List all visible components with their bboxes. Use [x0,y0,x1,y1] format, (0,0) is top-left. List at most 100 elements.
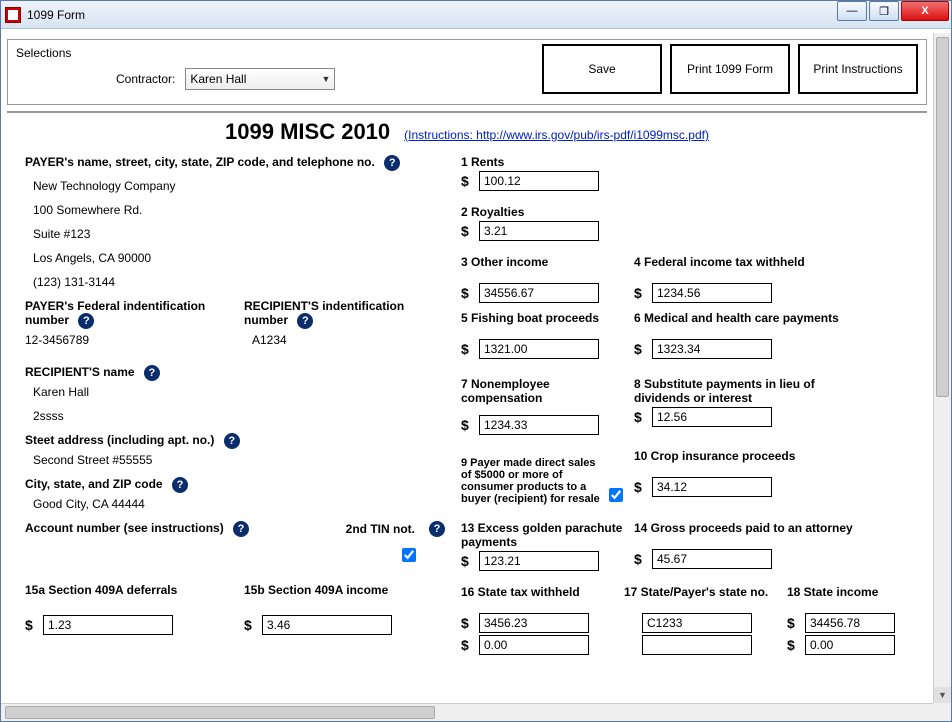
box15a-input[interactable] [43,615,173,635]
box16-input-1[interactable] [479,613,589,633]
box17-label: 17 State/Payer's state no. [624,585,779,611]
box9-label: 9 Payer made direct sales of $5000 or mo… [461,457,601,505]
box2-input[interactable] [479,221,599,241]
dollar-icon: $ [461,553,473,569]
box9-checkbox[interactable] [609,488,623,502]
account-label: Account number (see instructions) [25,521,224,535]
box3-label: 3 Other income [461,255,626,281]
scroll-corner [933,703,951,721]
box3-input[interactable] [479,283,599,303]
content-area: Selections Contractor: Karen Hall ▼ Save… [1,33,933,703]
contractor-dropdown[interactable]: Karen Hall ▼ [185,68,335,90]
box13-input[interactable] [479,551,599,571]
contractor-value: Karen Hall [190,72,246,86]
second-tin-checkbox[interactable] [402,548,416,562]
chevron-down-icon: ▼ [321,74,330,84]
dollar-icon: $ [787,637,799,653]
payer-fed-label: PAYER's Federal indentification number [25,299,205,327]
dollar-icon: $ [461,223,473,239]
dollar-icon: $ [25,617,37,633]
help-icon[interactable]: ? [172,477,188,493]
minimize-button[interactable]: — [837,1,867,21]
vertical-scrollbar[interactable]: ▼ [933,33,951,703]
print-instructions-button[interactable]: Print Instructions [798,44,918,94]
box4-input[interactable] [652,283,772,303]
dollar-icon: $ [461,341,473,357]
help-icon[interactable]: ? [224,433,240,449]
box16-input-2[interactable] [479,635,589,655]
dollar-icon: $ [634,285,646,301]
dollar-icon: $ [634,479,646,495]
box14-label: 14 Gross proceeds paid to an attorney [634,521,854,547]
box18-input-1[interactable] [805,613,895,633]
box18-label: 18 State income [787,585,922,611]
box15b-label: 15b Section 409A income [244,583,445,597]
recipient-name-label: RECIPIENT'S name [25,365,135,379]
scrollbar-thumb[interactable] [936,37,949,397]
app-icon [5,7,21,23]
dollar-icon: $ [461,637,473,653]
box6-input[interactable] [652,339,772,359]
box14-input[interactable] [652,549,772,569]
form-title: 1099 MISC 2010 [225,119,390,145]
dollar-icon: $ [461,173,473,189]
payer-citystate: Los Angels, CA 90000 [33,251,445,265]
dollar-icon: $ [461,615,473,631]
box5-label: 5 Fishing boat proceeds [461,311,626,337]
second-tin-label: 2nd TIN not. [346,522,415,536]
help-icon[interactable]: ? [384,155,400,171]
payer-phone: (123) 131-3144 [33,275,445,289]
print-1099-button[interactable]: Print 1099 Form [670,44,790,94]
scroll-down-icon[interactable]: ▼ [934,687,951,703]
dollar-icon: $ [244,617,256,633]
box4-label: 4 Federal income tax withheld [634,255,834,281]
titlebar: 1099 Form — ❐ X [1,1,951,29]
contractor-label: Contractor: [116,72,175,86]
box17-input-2[interactable] [642,635,752,655]
box2-label: 2 Royalties [461,205,923,219]
help-icon[interactable]: ? [297,313,313,329]
box7-label: 7 Nonemployee compensation [461,377,626,405]
box7-input[interactable] [479,415,599,435]
recipient-id-value: A1234 [252,333,445,347]
dollar-icon: $ [461,417,473,433]
box8-input[interactable] [652,407,772,427]
box10-label: 10 Crop insurance proceeds [634,449,854,475]
payer-fed-value: 12-3456789 [25,333,226,347]
payer-street: 100 Somewhere Rd. [33,203,445,217]
street-label: Steet address (including apt. no.) [25,433,214,447]
selections-label: Selections [16,46,496,60]
horizontal-scrollbar[interactable] [1,703,933,721]
box17-input-1[interactable] [642,613,752,633]
box16-label: 16 State tax withheld [461,585,616,611]
help-icon[interactable]: ? [233,521,249,537]
city-value: Good City, CA 44444 [33,497,445,511]
window-title: 1099 Form [27,8,85,22]
box10-input[interactable] [652,477,772,497]
city-label: City, state, and ZIP code [25,477,163,491]
dollar-icon: $ [634,551,646,567]
help-icon[interactable]: ? [144,365,160,381]
recipient-name: Karen Hall [33,385,445,399]
payer-label: PAYER's name, street, city, state, ZIP c… [25,155,375,169]
box6-label: 6 Medical and health care payments [634,311,894,337]
box15b-input[interactable] [262,615,392,635]
dollar-icon: $ [787,615,799,631]
help-icon[interactable]: ? [78,313,94,329]
recipient-extra: 2ssss [33,409,445,423]
dollar-icon: $ [634,341,646,357]
close-button[interactable]: X [901,1,949,21]
selections-panel: Selections Contractor: Karen Hall ▼ Save… [7,39,927,105]
maximize-button[interactable]: ❐ [869,1,899,21]
payer-suite: Suite #123 [33,227,445,241]
box18-input-2[interactable] [805,635,895,655]
scrollbar-thumb[interactable] [5,706,435,719]
payer-name: New Technology Company [33,179,445,193]
box1-input[interactable] [479,171,599,191]
instructions-link[interactable]: (Instructions: http://www.irs.gov/pub/ir… [404,128,709,142]
save-button[interactable]: Save [542,44,662,94]
help-icon[interactable]: ? [429,521,445,537]
street-value: Second Street #55555 [33,453,445,467]
box5-input[interactable] [479,339,599,359]
recipient-id-label: RECIPIENT'S indentification number [244,299,404,327]
